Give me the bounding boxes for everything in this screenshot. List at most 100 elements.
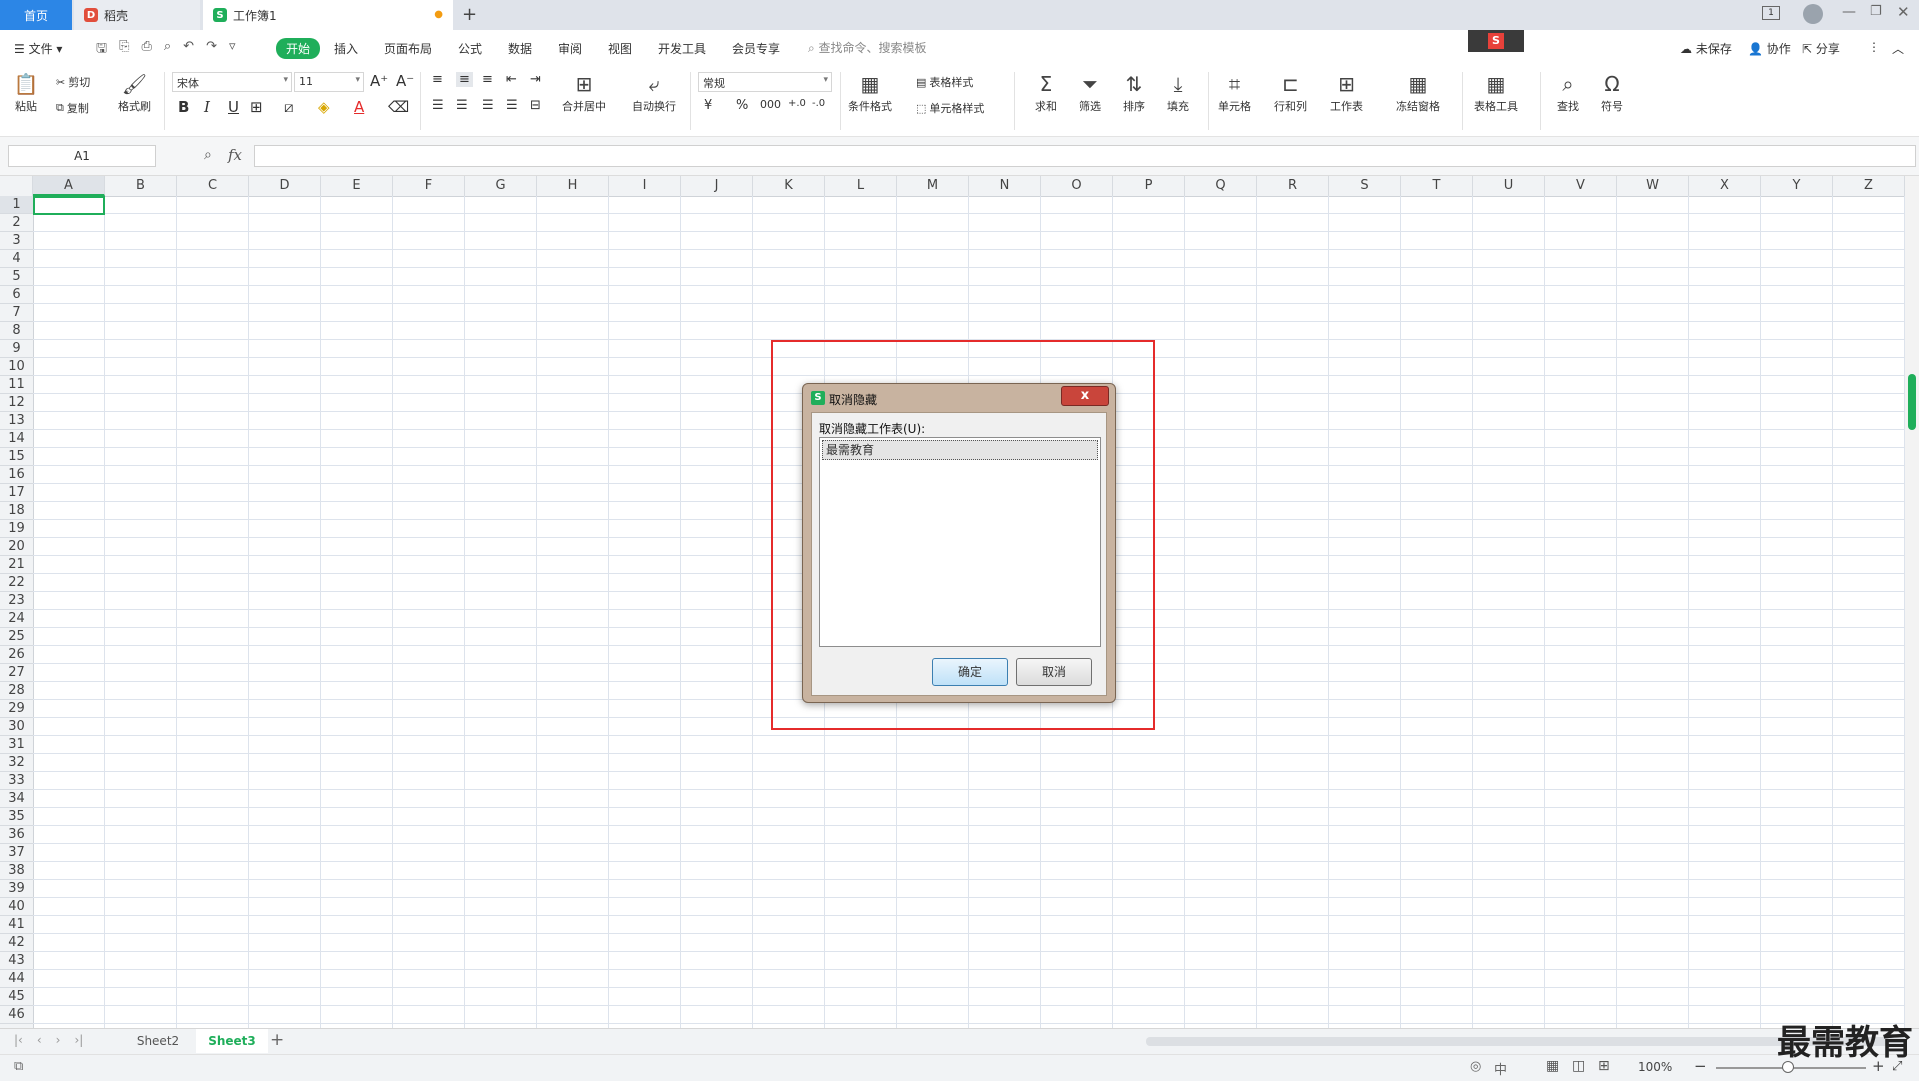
worksheet-button[interactable]: ⊞ 工作表 (1330, 70, 1363, 114)
first-sheet-icon[interactable]: |‹ (14, 1033, 23, 1047)
increase-font-icon[interactable]: A⁺ (370, 72, 388, 90)
number-format-select[interactable]: 常规 (698, 72, 832, 92)
fill-button[interactable]: ⤓ 填充 (1164, 70, 1192, 114)
row-header[interactable]: 19 (0, 520, 33, 538)
redo-icon[interactable]: ↷ (206, 39, 217, 61)
menu-data[interactable]: 数据 (508, 40, 532, 57)
column-header[interactable]: G (465, 176, 537, 196)
merge-center-button[interactable]: ⊞ 合并居中 (562, 70, 606, 114)
undo-icon[interactable]: ↶ (183, 39, 194, 61)
more-options-icon[interactable]: ⋮ (1868, 40, 1880, 54)
add-sheet-icon[interactable]: + (270, 1030, 284, 1050)
selected-cell-a1[interactable] (33, 196, 105, 215)
next-sheet-icon[interactable]: › (56, 1033, 61, 1047)
font-color-icon[interactable]: A (354, 98, 364, 116)
menu-formula[interactable]: 公式 (458, 40, 482, 57)
column-header[interactable]: Q (1185, 176, 1257, 196)
collab-button[interactable]: 👤 协作 (1748, 40, 1791, 57)
zoom-out-icon[interactable]: − (1694, 1057, 1707, 1075)
column-header[interactable]: L (825, 176, 897, 196)
page-break-view-icon[interactable]: ⊞ (1598, 1058, 1610, 1074)
column-header[interactable]: I (609, 176, 681, 196)
row-header[interactable]: 30 (0, 718, 33, 736)
decrease-indent-icon[interactable]: ⇤ (506, 72, 517, 87)
cell-fill-style-icon[interactable]: ⧄ (284, 98, 294, 116)
row-header[interactable]: 20 (0, 538, 33, 556)
row-header[interactable]: 39 (0, 880, 33, 898)
fx-icon[interactable]: fx (228, 146, 242, 164)
select-all-corner[interactable] (0, 176, 33, 196)
decrease-decimal-icon[interactable]: -.0 (812, 98, 825, 109)
export-icon[interactable]: ⎘ (119, 39, 129, 61)
last-sheet-icon[interactable]: ›| (74, 1033, 83, 1047)
menu-page-layout[interactable]: 页面布局 (384, 40, 432, 57)
column-header[interactable]: W (1617, 176, 1689, 196)
tab-workbook[interactable]: S 工作簿1 ● (203, 0, 453, 30)
row-header[interactable]: 7 (0, 304, 33, 322)
collapse-ribbon-icon[interactable]: ︿ (1892, 40, 1904, 57)
row-header[interactable]: 33 (0, 772, 33, 790)
justify-icon[interactable]: ☰ (506, 98, 518, 113)
column-header[interactable]: U (1473, 176, 1545, 196)
row-header[interactable]: 23 (0, 592, 33, 610)
row-header[interactable]: 4 (0, 250, 33, 268)
row-header[interactable]: 38 (0, 862, 33, 880)
cancel-button[interactable]: 取消 (1016, 658, 1092, 686)
menu-insert[interactable]: 插入 (334, 40, 358, 57)
restore-icon[interactable]: ❐ (1870, 4, 1882, 19)
macro-record-icon[interactable]: ⧉ (14, 1059, 23, 1074)
row-header[interactable]: 46 (0, 1006, 33, 1024)
decrease-font-icon[interactable]: A⁻ (396, 72, 414, 90)
column-header[interactable]: P (1113, 176, 1185, 196)
page-layout-view-icon[interactable]: ◫ (1572, 1058, 1585, 1074)
prev-sheet-icon[interactable]: ‹ (37, 1033, 42, 1047)
symbol-button[interactable]: Ω 符号 (1598, 70, 1626, 114)
increase-decimal-icon[interactable]: +.0 (788, 98, 806, 109)
menu-developer[interactable]: 开发工具 (658, 40, 706, 57)
column-header[interactable]: S (1329, 176, 1401, 196)
hidden-sheet-list[interactable]: 最需教育 (819, 437, 1101, 647)
row-col-button[interactable]: ⊏ 行和列 (1274, 70, 1307, 114)
row-header[interactable]: 21 (0, 556, 33, 574)
menu-view[interactable]: 视图 (608, 40, 632, 57)
column-header[interactable]: D (249, 176, 321, 196)
column-header[interactable]: K (753, 176, 825, 196)
filter-button[interactable]: ⏷ 筛选 (1076, 70, 1104, 114)
border-icon[interactable]: ⊞ (250, 98, 263, 116)
row-header[interactable]: 8 (0, 322, 33, 340)
file-menu[interactable]: ☰ 文件 ▾ (14, 40, 62, 57)
row-header[interactable]: 5 (0, 268, 33, 286)
column-header[interactable]: C (177, 176, 249, 196)
row-header[interactable]: 29 (0, 700, 33, 718)
align-center-icon[interactable]: ☰ (456, 98, 468, 113)
sheet-tab-sheet2[interactable]: Sheet2 (122, 1029, 194, 1053)
column-header[interactable]: N (969, 176, 1041, 196)
font-size-select[interactable]: 11 (294, 72, 364, 92)
column-header[interactable]: A (33, 176, 105, 196)
row-header[interactable]: 11 (0, 376, 33, 394)
row-header[interactable]: 2 (0, 214, 33, 232)
row-header[interactable]: 31 (0, 736, 33, 754)
row-header[interactable]: 26 (0, 646, 33, 664)
row-header[interactable]: 25 (0, 628, 33, 646)
align-bottom-icon[interactable]: ≡ (482, 72, 493, 87)
avatar[interactable] (1803, 4, 1823, 24)
column-header[interactable]: Z (1833, 176, 1905, 196)
normal-view-icon[interactable]: ▦ (1546, 1058, 1559, 1074)
share-button[interactable]: ⇱ 分享 (1802, 40, 1840, 57)
vertical-scroll-thumb[interactable] (1908, 374, 1916, 430)
row-header[interactable]: 35 (0, 808, 33, 826)
row-header[interactable]: 34 (0, 790, 33, 808)
menu-member[interactable]: 会员专享 (732, 40, 780, 57)
zoom-level[interactable]: 100% (1638, 1060, 1672, 1074)
row-header[interactable]: 24 (0, 610, 33, 628)
list-item[interactable]: 最需教育 (822, 440, 1098, 460)
menu-start[interactable]: 开始 (276, 38, 321, 59)
ok-button[interactable]: 确定 (932, 658, 1008, 686)
align-top-icon[interactable]: ≡ (432, 72, 443, 87)
row-header[interactable]: 16 (0, 466, 33, 484)
table-style-button[interactable]: ▤ 表格样式 (916, 74, 973, 90)
row-header[interactable]: 45 (0, 988, 33, 1006)
unsaved-status[interactable]: ☁ 未保存 (1680, 40, 1732, 57)
zoom-formula-icon[interactable]: ⌕ (204, 147, 212, 163)
